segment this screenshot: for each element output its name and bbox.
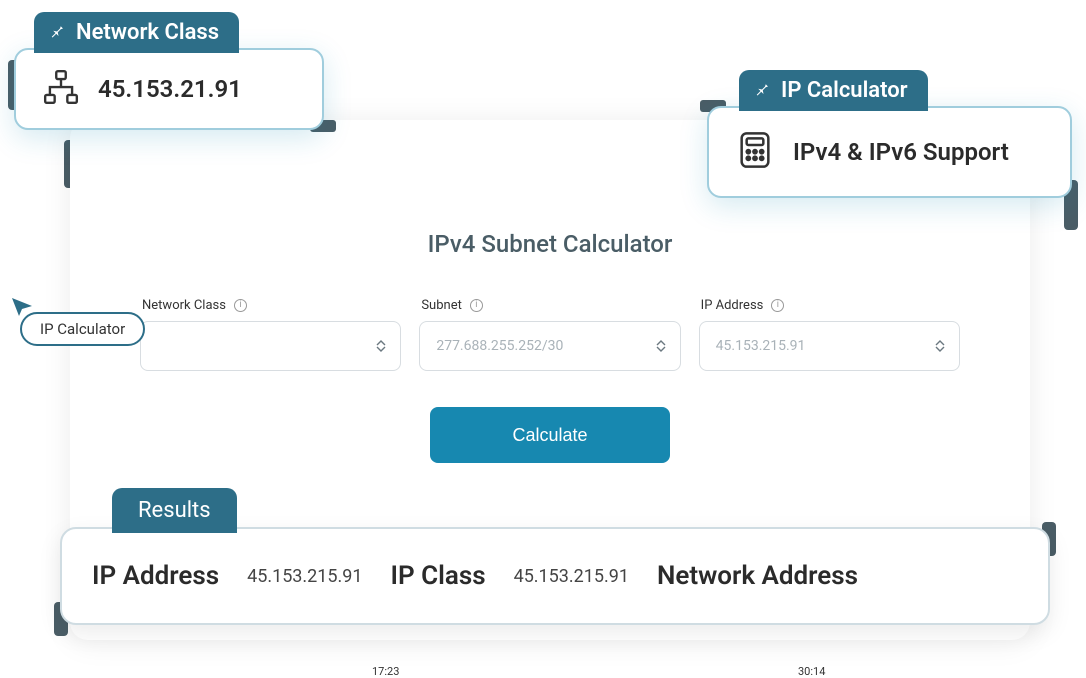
- label-text: Network Class: [142, 298, 226, 313]
- select-subnet[interactable]: 277.688.255.252/30: [419, 321, 680, 371]
- callout-ip-calculator: IP Calculator IPv4 & IPv6 Support: [707, 106, 1072, 198]
- page-title: IPv4 Subnet Calculator: [70, 230, 1030, 258]
- pill-text: IP Calculator: [40, 320, 125, 338]
- results-ip-address-value: 45.153.215.91: [247, 566, 362, 587]
- callout-tab-ip-calculator: IP Calculator: [739, 70, 928, 111]
- label-text: Subnet: [421, 298, 462, 313]
- select-value: 277.688.255.252/30: [436, 338, 563, 354]
- callout-tab-network-class: Network Class: [34, 12, 239, 53]
- pin-icon: [48, 20, 66, 45]
- results-bar: IP Address 45.153.215.91 IP Class 45.153…: [60, 527, 1050, 625]
- chevron-updown-icon: [656, 340, 666, 352]
- chevron-updown-icon: [935, 340, 945, 352]
- pin-icon: [753, 78, 771, 103]
- results-network-address-label: Network Address: [657, 561, 858, 591]
- chevron-updown-icon: [376, 340, 386, 352]
- info-icon[interactable]: i: [234, 299, 247, 312]
- field-label-subnet: Subnet i: [419, 298, 680, 313]
- label-text: IP Address: [701, 298, 764, 313]
- callout-tab-label: Network Class: [76, 20, 219, 45]
- callout-tab-label: IP Calculator: [781, 78, 908, 103]
- info-icon[interactable]: i: [470, 299, 483, 312]
- callout-value: 45.153.21.91: [98, 75, 242, 103]
- calculator-icon: [735, 130, 775, 174]
- select-network-class[interactable]: [140, 321, 401, 371]
- results-ip-class-value: 45.153.215.91: [514, 566, 629, 587]
- field-ip-address: IP Address i 45.153.215.91: [699, 298, 960, 371]
- field-network-class: Network Class i: [140, 298, 401, 371]
- network-icon: [42, 68, 80, 110]
- callout-value: IPv4 & IPv6 Support: [793, 138, 1009, 166]
- field-label-ip: IP Address i: [699, 298, 960, 313]
- select-ip-address[interactable]: 45.153.215.91: [699, 321, 960, 371]
- field-label-network-class: Network Class i: [140, 298, 401, 313]
- info-icon[interactable]: i: [771, 299, 784, 312]
- results-ip-class-label: IP Class: [391, 561, 486, 591]
- results-ip-address-label: IP Address: [92, 561, 219, 591]
- timestamp-left: 17:23: [372, 665, 399, 678]
- field-subnet: Subnet i 277.688.255.252/30: [419, 298, 680, 371]
- callout-network-class: Network Class 45.153.21.91: [14, 48, 324, 130]
- fields-row: Network Class i Subnet i 277.688.255.252…: [70, 298, 1030, 371]
- timestamp-right: 30:14: [798, 665, 825, 678]
- results-tab: Results: [112, 488, 237, 533]
- select-value: 45.153.215.91: [716, 338, 806, 354]
- tooltip-pill: IP Calculator: [20, 312, 145, 346]
- calculate-button[interactable]: Calculate: [430, 407, 670, 463]
